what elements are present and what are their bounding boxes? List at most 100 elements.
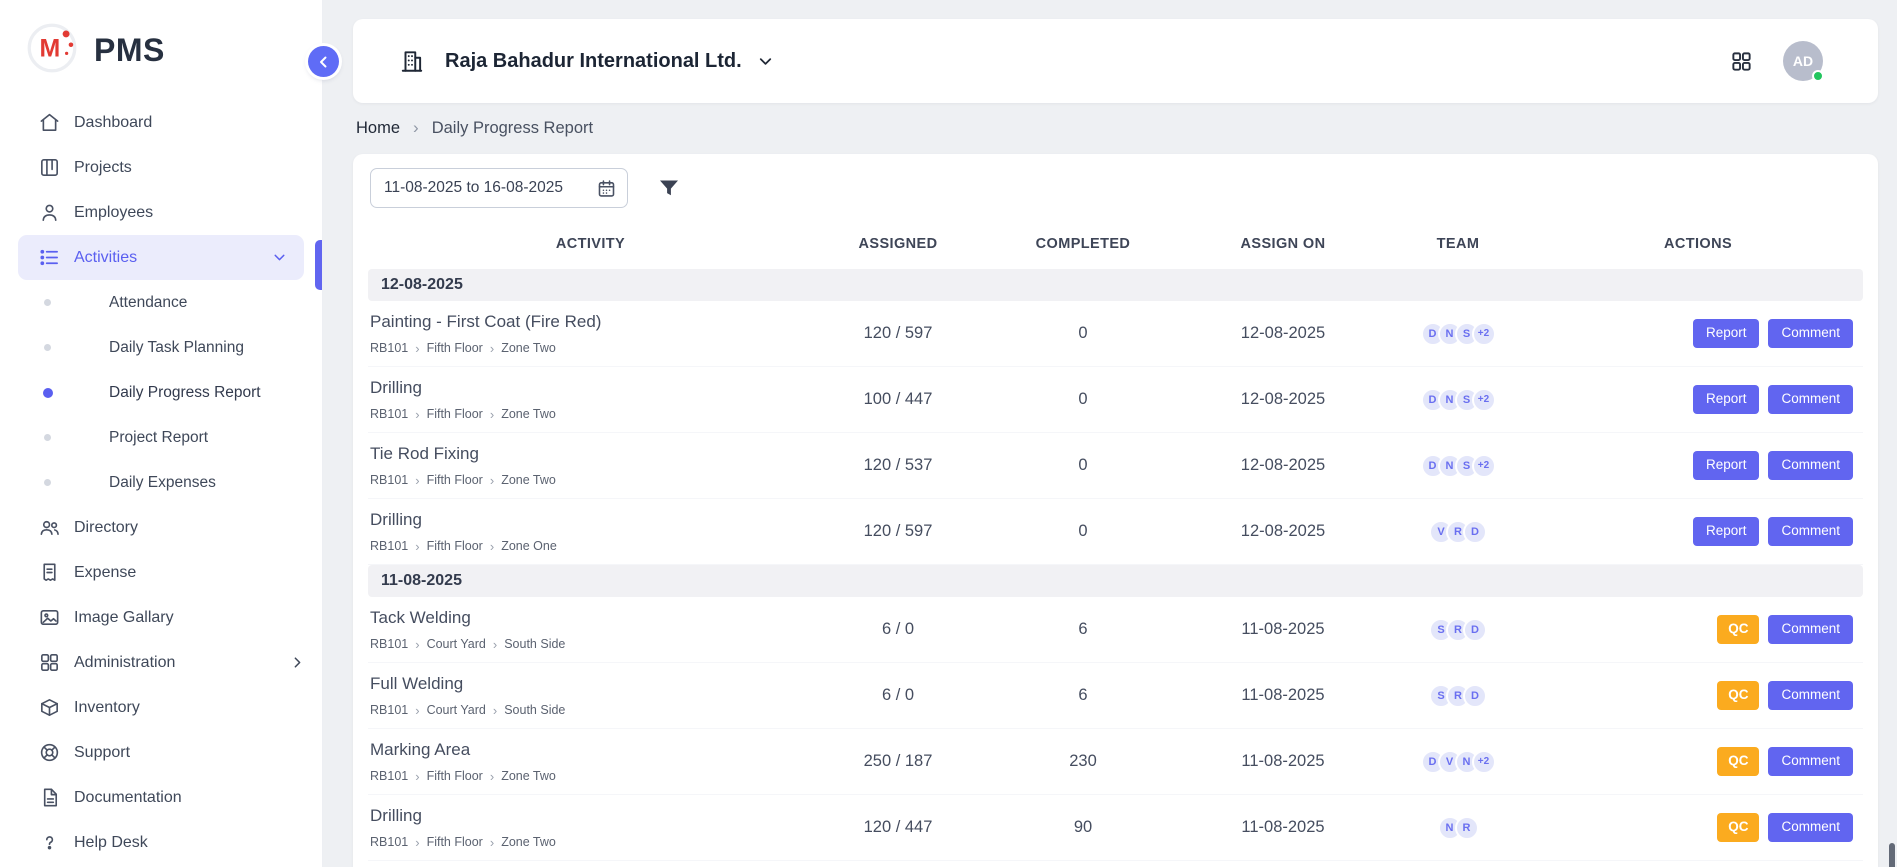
row-actions: QC Comment: [1533, 681, 1863, 710]
report-button[interactable]: Report: [1693, 319, 1760, 348]
chevron-right-icon: ›: [490, 474, 494, 487]
assign-on-value: 12-08-2025: [1183, 301, 1383, 367]
completed-value: 0: [983, 367, 1183, 433]
content-card: ACTIVITYASSIGNEDCOMPLETEDASSIGN ONTEAMAC…: [353, 154, 1878, 867]
assign-on-value: 11-08-2025: [1183, 795, 1383, 861]
location-crumb: Fifth Floor: [427, 769, 483, 783]
chevron-right-icon: ›: [415, 770, 419, 783]
location-crumb: RB101: [370, 835, 408, 849]
activity-path: RB101›Fifth Floor›Zone Two: [370, 473, 813, 487]
user-avatar[interactable]: AD: [1783, 41, 1823, 81]
chevron-down-icon[interactable]: [756, 52, 775, 71]
activity-row: Tie Rod Fixing RB101›Fifth Floor›Zone Tw…: [368, 433, 1863, 499]
svg-text:M: M: [39, 34, 60, 62]
sidebar-item-help-desk[interactable]: Help Desk: [0, 820, 322, 865]
pms-logo-icon: M: [26, 22, 78, 79]
sidebar-subitem-daily-expenses[interactable]: Daily Expenses: [0, 460, 322, 505]
sidebar-item-label: Support: [74, 744, 130, 762]
date-group-row: 11-08-2025: [368, 565, 1863, 597]
comment-button[interactable]: Comment: [1768, 319, 1853, 348]
row-actions: QC Comment: [1533, 813, 1863, 842]
activity-path: RB101›Fifth Floor›Zone Two: [370, 835, 813, 849]
company-selector-label[interactable]: Raja Bahadur International Ltd.: [445, 50, 742, 73]
activity-row: Tack Welding RB101›Court Yard›South Side…: [368, 597, 1863, 663]
sidebar-item-label: Administration: [74, 654, 175, 672]
sidebar-item-directory[interactable]: Directory: [0, 505, 322, 550]
team-extra-badge: +2: [1472, 322, 1496, 346]
sidebar-item-label: Activities: [74, 249, 137, 267]
chevron-right-icon: ›: [415, 342, 419, 355]
sidebar-item-expense[interactable]: Expense: [0, 550, 322, 595]
team-badges: DVN+2: [1383, 750, 1533, 774]
sidebar-item-documentation[interactable]: Documentation: [0, 775, 322, 820]
sidebar-subitem-daily-progress-report[interactable]: Daily Progress Report: [0, 370, 322, 415]
administration-icon: [38, 651, 61, 674]
scrollbar-thumb[interactable]: [1889, 843, 1895, 867]
sidebar-item-image-gallary[interactable]: Image Gallary: [0, 595, 322, 640]
assigned-value: 120 / 537: [813, 433, 983, 499]
chevron-right-icon: ›: [415, 540, 419, 553]
chevron-right-icon: ›: [490, 770, 494, 783]
chevron-right-icon: ›: [415, 474, 419, 487]
location-crumb: Court Yard: [427, 703, 486, 717]
sidebar-item-dashboard[interactable]: Dashboard: [0, 100, 322, 145]
comment-button[interactable]: Comment: [1768, 517, 1853, 546]
comment-button[interactable]: Comment: [1768, 813, 1853, 842]
assigned-value: 250 / 187: [813, 729, 983, 795]
column-header-assigned: ASSIGNED: [813, 226, 983, 269]
date-range-input[interactable]: [370, 168, 628, 208]
comment-button[interactable]: Comment: [1768, 385, 1853, 414]
sidebar-item-activities[interactable]: Activities: [18, 235, 304, 280]
apps-grid-icon[interactable]: [1730, 50, 1753, 73]
sidebar-item-label: Help Desk: [74, 834, 148, 852]
comment-button[interactable]: Comment: [1768, 451, 1853, 480]
bullet-icon: [44, 434, 51, 441]
activity-title: Painting - First Coat (Fire Red): [370, 312, 813, 332]
qc-button[interactable]: QC: [1717, 681, 1759, 710]
sidebar-subitem-daily-task-planning[interactable]: Daily Task Planning: [0, 325, 322, 370]
activity-title: Drilling: [370, 806, 813, 826]
comment-button[interactable]: Comment: [1768, 615, 1853, 644]
location-crumb: Zone Two: [501, 769, 556, 783]
location-crumb: Zone Two: [501, 341, 556, 355]
sidebar-item-inventory[interactable]: Inventory: [0, 685, 322, 730]
activity-title: Tack Welding: [370, 608, 813, 628]
sidebar-item-employees[interactable]: Employees: [0, 190, 322, 235]
qc-button[interactable]: QC: [1717, 747, 1759, 776]
report-button[interactable]: Report: [1693, 385, 1760, 414]
column-header-actions: ACTIONS: [1533, 226, 1863, 269]
qc-button[interactable]: QC: [1717, 813, 1759, 842]
activity-title: Marking Area: [370, 740, 813, 760]
sidebar-item-administration[interactable]: Administration: [0, 640, 322, 685]
sidebar-item-projects[interactable]: Projects: [0, 145, 322, 190]
team-badges: NR: [1383, 816, 1533, 840]
employees-icon: [38, 201, 61, 224]
sidebar-collapse-button[interactable]: [308, 46, 339, 77]
location-crumb: Fifth Floor: [427, 407, 483, 421]
activity-path: RB101›Fifth Floor›Zone Two: [370, 341, 813, 355]
completed-value: 6: [983, 663, 1183, 729]
assign-on-value: 11-08-2025: [1183, 663, 1383, 729]
activities-icon: [38, 246, 61, 269]
row-actions: Report Comment: [1533, 319, 1863, 348]
team-badges: DNS+2: [1383, 454, 1533, 478]
location-crumb: Zone Two: [501, 473, 556, 487]
sidebar-subitem-attendance[interactable]: Attendance: [0, 280, 322, 325]
comment-button[interactable]: Comment: [1768, 747, 1853, 776]
breadcrumb-home[interactable]: Home: [356, 119, 400, 138]
location-crumb: RB101: [370, 703, 408, 717]
team-badges: DNS+2: [1383, 322, 1533, 346]
date-group-row: 12-08-2025: [368, 269, 1863, 301]
activity-path: RB101›Fifth Floor›Zone One: [370, 539, 813, 553]
chevron-right-icon: ›: [493, 638, 497, 651]
location-crumb: Zone One: [501, 539, 557, 553]
comment-button[interactable]: Comment: [1768, 681, 1853, 710]
logo-row: M PMS: [0, 0, 322, 100]
qc-button[interactable]: QC: [1717, 615, 1759, 644]
sidebar-subitem-project-report[interactable]: Project Report: [0, 415, 322, 460]
location-crumb: RB101: [370, 637, 408, 651]
filter-icon[interactable]: [657, 176, 681, 200]
sidebar-item-support[interactable]: Support: [0, 730, 322, 775]
report-button[interactable]: Report: [1693, 451, 1760, 480]
report-button[interactable]: Report: [1693, 517, 1760, 546]
